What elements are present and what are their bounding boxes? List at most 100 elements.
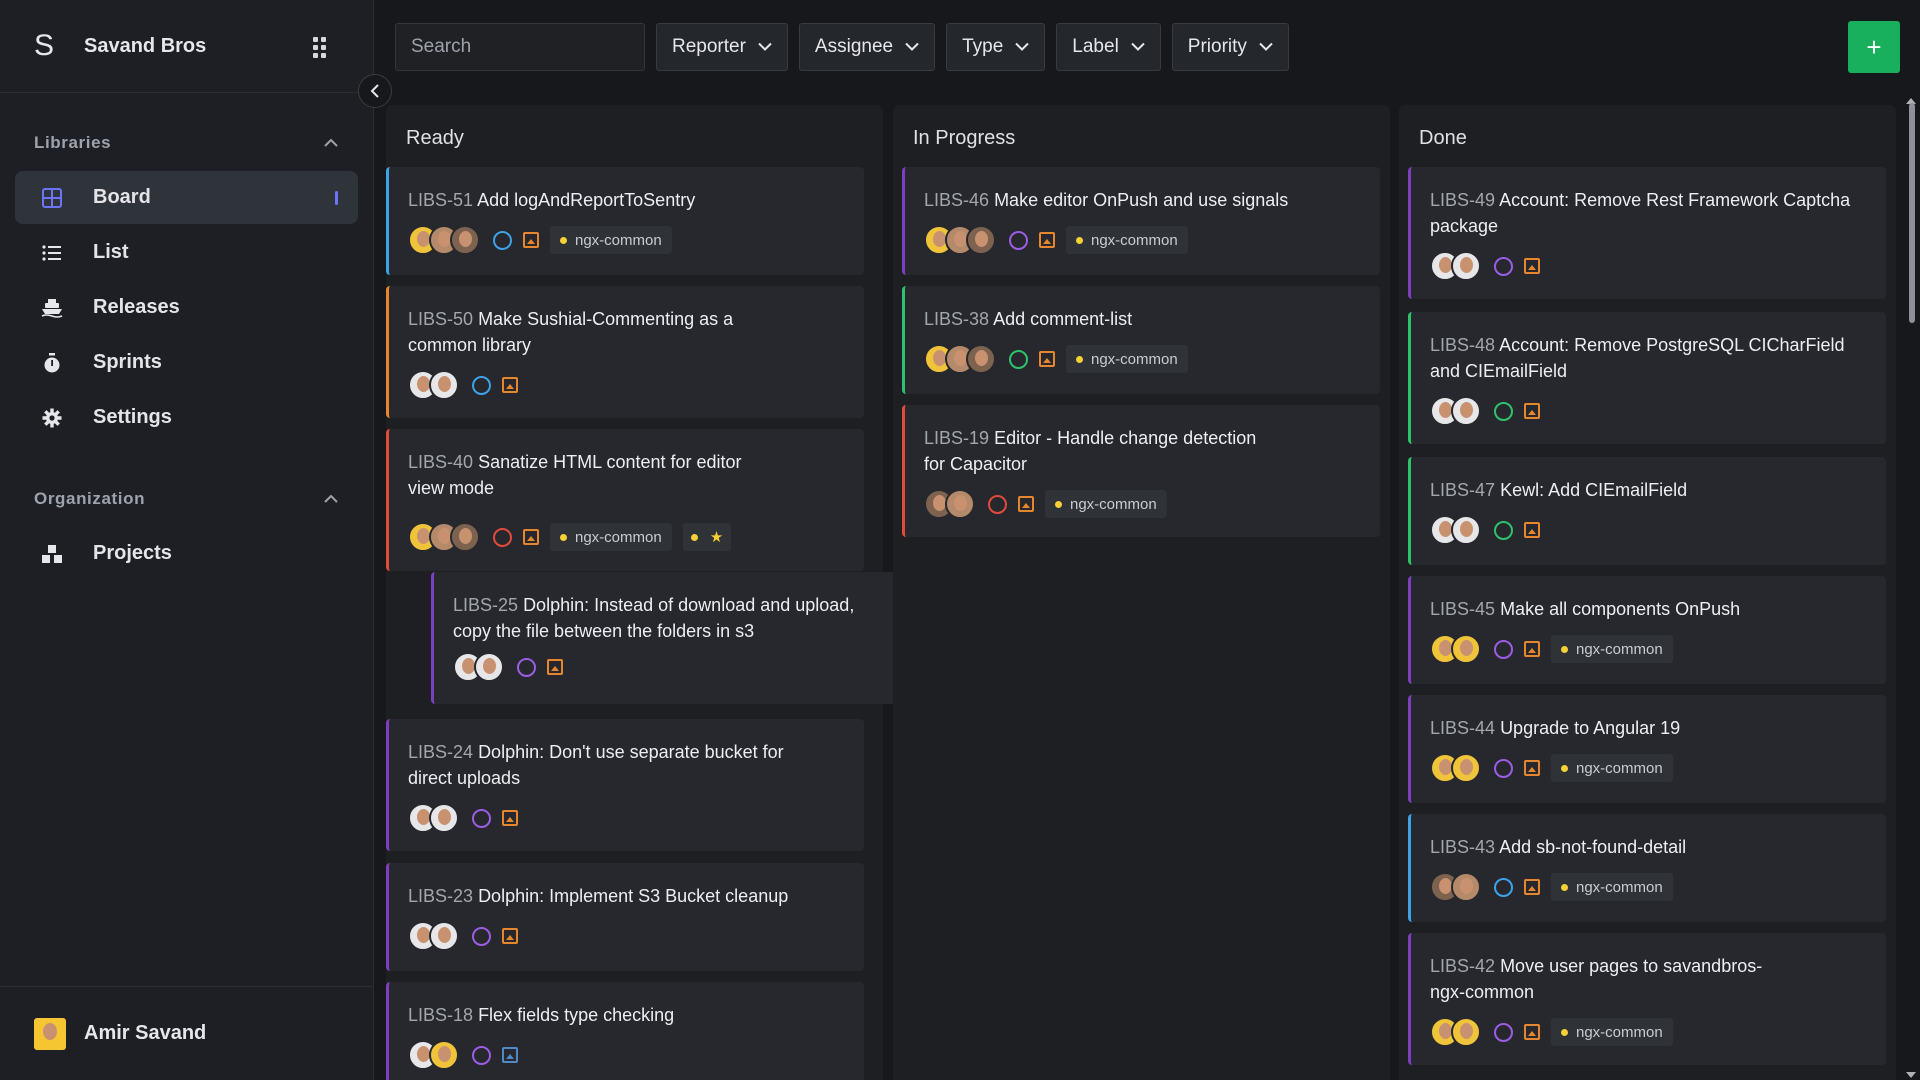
- filter-label: Assignee: [814, 35, 894, 57]
- issue-card[interactable]: LIBS-23 Dolphin: Implement S3 Bucket cle…: [386, 863, 864, 971]
- status-circle-icon: [1494, 1022, 1513, 1042]
- sidebar: S Savand Bros Libraries Board List Relea…: [0, 0, 374, 1080]
- sidebar-item-label: Sprints: [93, 351, 162, 373]
- issue-card[interactable]: LIBS-42 Move user pages to savandbros-ng…: [1408, 933, 1886, 1065]
- column-title: In Progress: [913, 127, 1016, 149]
- priority-icon: [1524, 879, 1540, 895]
- sidebar-item-board[interactable]: Board: [15, 171, 358, 224]
- assignee-avatars: [408, 522, 480, 552]
- card-meta: ngx-common: [924, 224, 1188, 256]
- issue-card[interactable]: LIBS-38 Add comment-list ngx-common: [902, 286, 1380, 394]
- sidebar-item-releases[interactable]: Releases: [15, 281, 358, 334]
- sidebar-item-list[interactable]: List: [15, 226, 358, 279]
- add-issue-button[interactable]: +: [1848, 21, 1900, 73]
- label-badge: ngx-common: [1551, 635, 1673, 663]
- filter-label: Priority: [1187, 35, 1247, 57]
- issue-key: LIBS-51: [408, 190, 474, 210]
- assignee-avatars: [408, 225, 480, 255]
- issue-card[interactable]: LIBS-19 Editor - Handle change detection…: [902, 405, 1380, 537]
- priority-icon: [1524, 403, 1540, 419]
- issue-key: LIBS-40: [408, 452, 474, 472]
- card-meta: ngx-common: [1430, 752, 1673, 784]
- label-badge: ngx-common: [550, 226, 672, 254]
- avatar: [1451, 251, 1481, 281]
- brand-logo[interactable]: S: [34, 29, 68, 63]
- column-title: Ready: [406, 127, 464, 149]
- sidebar-item-sprints[interactable]: Sprints: [15, 336, 358, 389]
- filter-type[interactable]: Type: [946, 22, 1046, 71]
- active-indicator: [335, 190, 338, 205]
- column-done: Done LIBS-49 Account: Remove Rest Framew…: [1399, 105, 1896, 1080]
- issue-card[interactable]: LIBS-18 Flex fields type checking: [386, 982, 864, 1080]
- status-circle-icon: [1494, 520, 1513, 540]
- issue-card[interactable]: LIBS-50 Make Sushial-Commenting as a com…: [386, 286, 864, 418]
- card-meta: ngx-common: [1430, 633, 1673, 665]
- assignee-avatars: [1430, 753, 1481, 783]
- issue-card[interactable]: LIBS-47 Kewl: Add CIEmailField: [1408, 457, 1886, 565]
- scrollbar-thumb[interactable]: [1909, 103, 1915, 323]
- sidebar-item-settings[interactable]: Settings: [15, 391, 358, 444]
- status-circle-icon: [988, 494, 1007, 514]
- filter-assignee[interactable]: Assignee: [798, 22, 936, 71]
- priority-icon: [1524, 258, 1540, 274]
- sidebar-item-projects[interactable]: Projects: [15, 527, 358, 580]
- avatar: [1451, 515, 1481, 545]
- priority-icon: [502, 810, 518, 826]
- issue-card[interactable]: LIBS-25 Dolphin: Instead of download and…: [431, 572, 909, 704]
- filter-label[interactable]: Label: [1056, 22, 1161, 71]
- issue-key: LIBS-19: [924, 428, 990, 448]
- issue-card[interactable]: LIBS-48 Account: Remove PostgreSQL CICha…: [1408, 312, 1886, 444]
- user-profile[interactable]: Amir Savand: [0, 986, 374, 1080]
- card-title: LIBS-51 Add logAndReportToSentry: [408, 187, 844, 213]
- assignee-avatars: [453, 652, 504, 682]
- status-circle-icon: [472, 808, 491, 828]
- assignee-avatars: [408, 370, 459, 400]
- chevron-up-icon: [324, 494, 338, 503]
- status-circle-icon: [1494, 877, 1513, 897]
- issue-card[interactable]: LIBS-43 Add sb-not-found-detail ngx-comm…: [1408, 814, 1886, 922]
- card-meta: [408, 802, 518, 834]
- card-meta: [453, 651, 563, 683]
- status-circle-icon: [493, 230, 512, 250]
- section-libraries-header[interactable]: Libraries: [0, 123, 373, 163]
- label-dot-icon: [1076, 236, 1083, 244]
- issue-title: Make editor OnPush and use signals: [994, 190, 1289, 210]
- status-circle-icon: [472, 926, 491, 946]
- issue-card[interactable]: LIBS-44 Upgrade to Angular 19 ngx-common: [1408, 695, 1886, 803]
- scroll-down-arrow-icon[interactable]: [1906, 1072, 1916, 1078]
- label-dot-icon: [1561, 645, 1568, 653]
- section-organization-header[interactable]: Organization: [0, 479, 373, 519]
- filter-reporter[interactable]: Reporter: [656, 22, 788, 71]
- priority-icon: [502, 1047, 518, 1063]
- avatar: [945, 489, 975, 519]
- sidebar-item-label: Board: [93, 186, 151, 208]
- card-title: LIBS-24 Dolphin: Don't use separate buck…: [408, 739, 804, 791]
- avatar: [450, 522, 480, 552]
- issue-title: Upgrade to Angular 19: [1500, 718, 1681, 738]
- ship-icon: [37, 298, 67, 318]
- issue-card[interactable]: LIBS-40 Sanatize HTML content for editor…: [386, 429, 864, 571]
- sidebar-item-label: Settings: [93, 406, 172, 428]
- assignee-avatars: [1430, 872, 1481, 902]
- priority-icon: [523, 232, 539, 248]
- workspace-name[interactable]: Savand Bros: [84, 35, 313, 58]
- assignee-avatars: [924, 225, 996, 255]
- search-input[interactable]: [395, 22, 645, 71]
- gear-icon: [37, 408, 67, 428]
- avatar: [34, 1017, 66, 1050]
- apps-grid-icon[interactable]: [313, 37, 331, 58]
- issue-title: Add comment-list: [993, 309, 1133, 329]
- avatar: [1451, 872, 1481, 902]
- issue-card[interactable]: LIBS-24 Dolphin: Don't use separate buck…: [386, 719, 864, 851]
- issue-card[interactable]: LIBS-51 Add logAndReportToSentry ngx-com…: [386, 167, 864, 275]
- avatar: [450, 225, 480, 255]
- issue-card[interactable]: LIBS-46 Make editor OnPush and use signa…: [902, 167, 1380, 275]
- issue-card[interactable]: LIBS-45 Make all components OnPush ngx-c…: [1408, 576, 1886, 684]
- collapse-sidebar-button[interactable]: [358, 74, 392, 108]
- issue-card[interactable]: LIBS-49 Account: Remove Rest Framework C…: [1408, 167, 1886, 299]
- label-badge: ngx-common: [1045, 490, 1167, 518]
- avatar: [1451, 753, 1481, 783]
- issue-key: LIBS-38: [924, 309, 990, 329]
- filter-priority[interactable]: Priority: [1171, 22, 1289, 71]
- chevron-down-icon: [1259, 42, 1273, 51]
